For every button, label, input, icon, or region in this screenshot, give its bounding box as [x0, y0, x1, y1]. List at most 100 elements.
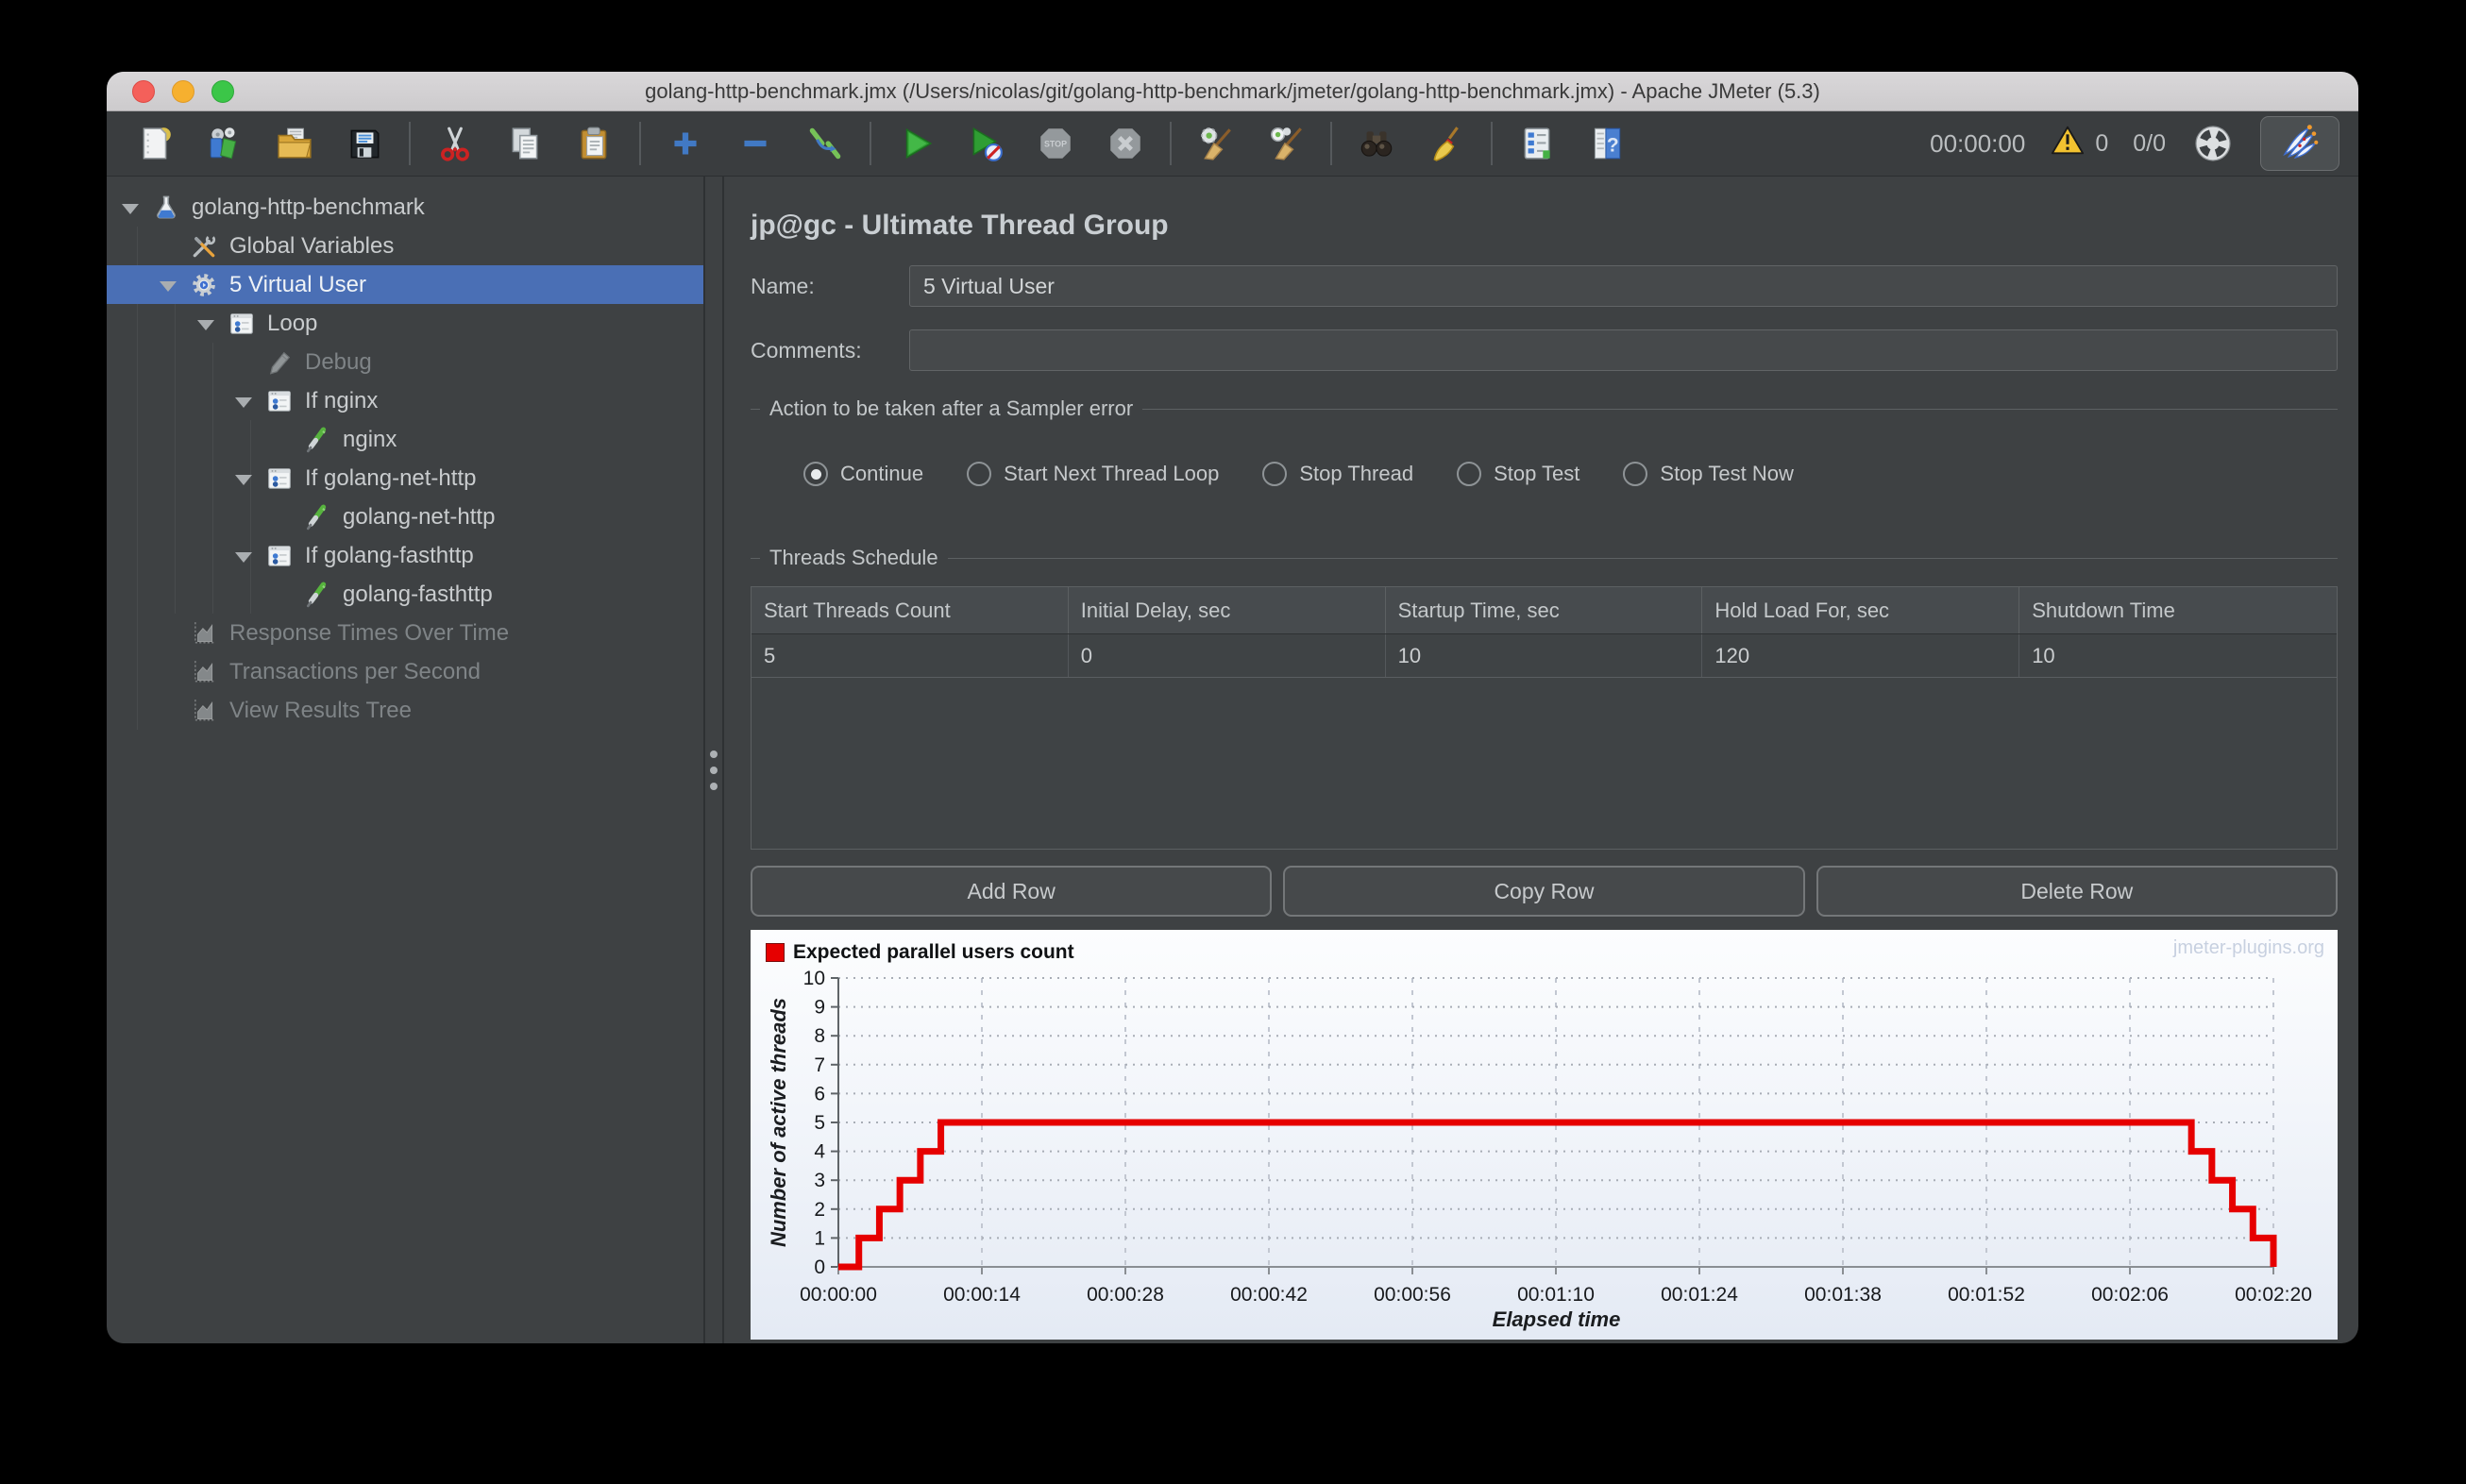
tree-item-golang-net-http[interactable]: golang-net-http [107, 497, 703, 536]
cell-startup-time-sec[interactable]: 10 [1386, 634, 1703, 677]
column-header-initial-delay-sec[interactable]: Initial Delay, sec [1069, 587, 1386, 633]
close-button[interactable] [132, 79, 155, 103]
cut-icon[interactable] [425, 118, 485, 169]
warning-count: 0 [2095, 129, 2109, 157]
remove-icon[interactable] [725, 118, 785, 169]
tree-item-if-nginx[interactable]: If nginx [107, 381, 703, 420]
expander-arrow-icon[interactable] [118, 201, 143, 214]
cell-shutdown-time[interactable]: 10 [2019, 634, 2337, 677]
toggle-icon[interactable] [795, 118, 855, 169]
setup-tools-icon [190, 233, 218, 260]
clear-icon[interactable] [1186, 118, 1246, 169]
svg-text:8: 8 [814, 1025, 825, 1047]
tree-item-label: golang-fasthttp [343, 581, 493, 607]
expander-arrow-icon[interactable] [231, 395, 256, 408]
clear-all-icon[interactable] [1256, 118, 1316, 169]
stop-icon[interactable]: STOP [1025, 118, 1086, 169]
tree-item-golang-fasthttp[interactable]: golang-fasthttp [107, 575, 703, 614]
search-reset-icon[interactable] [1416, 118, 1477, 169]
expander-arrow-icon[interactable] [231, 549, 256, 563]
tree-item-if-golang-net-http[interactable]: If golang-net-http [107, 459, 703, 497]
column-header-shutdown-time[interactable]: Shutdown Time [2019, 587, 2337, 633]
radio-stop-test-now[interactable]: Stop Test Now [1623, 462, 1794, 486]
listener-chart-icon [190, 659, 218, 685]
active-threads-count: 0/0 [2133, 129, 2166, 157]
tree-item-debug[interactable]: Debug [107, 343, 703, 381]
radio-continue[interactable]: Continue [803, 462, 923, 486]
svg-text:0: 0 [814, 1256, 825, 1278]
tree-item-label: golang-http-benchmark [192, 194, 425, 220]
cell-initial-delay-sec[interactable]: 0 [1069, 634, 1386, 677]
search-icon[interactable] [1346, 118, 1407, 169]
threads-schedule-fieldset-title: Threads Schedule [751, 545, 2338, 571]
svg-text:7: 7 [814, 1054, 825, 1076]
controller-icon [265, 465, 294, 492]
log-errors-indicator[interactable]: 0 [2050, 123, 2108, 165]
tree-item-golang-http-benchmark[interactable]: golang-http-benchmark [107, 188, 703, 227]
name-row: Name: [751, 265, 2338, 307]
chart-legend: Expected parallel users count [766, 941, 1074, 964]
tree-item-if-golang-fasthttp[interactable]: If golang-fasthttp [107, 536, 703, 575]
threads-preview-chart: Expected parallel users count jmeter-plu… [751, 930, 2338, 1340]
help-icon[interactable]: ? [1577, 118, 1637, 169]
tree-item-transactions-per-second[interactable]: Transactions per Second [107, 652, 703, 691]
cell-start-threads-count[interactable]: 5 [752, 634, 1069, 677]
tree-item-global-variables[interactable]: Global Variables [107, 227, 703, 265]
tree-item-5-virtual-user[interactable]: 5 Virtual User [107, 265, 703, 304]
radio-start-next-thread-loop[interactable]: Start Next Thread Loop [967, 462, 1219, 486]
zoom-button[interactable] [211, 79, 234, 103]
controller-icon [228, 311, 256, 337]
name-input[interactable] [909, 265, 2338, 307]
delete-row-button[interactable]: Delete Row [1816, 866, 2338, 917]
svg-text:3: 3 [814, 1170, 825, 1191]
open-file-icon[interactable] [264, 118, 325, 169]
svg-text:?: ? [1607, 134, 1619, 156]
new-file-icon[interactable] [125, 118, 185, 169]
listener-chart-icon [190, 620, 218, 647]
comments-input[interactable] [909, 329, 2338, 371]
minimize-button[interactable] [172, 79, 194, 103]
jmeter-logo-button[interactable] [2260, 116, 2339, 171]
toolbar-separator [1330, 122, 1332, 165]
comments-label: Comments: [751, 337, 862, 363]
save-icon[interactable] [334, 118, 395, 169]
test-plan-icon [152, 194, 180, 221]
templates-icon[interactable] [194, 118, 255, 169]
copy-row-button[interactable]: Copy Row [1283, 866, 1805, 917]
add-row-button[interactable]: Add Row [751, 866, 1273, 917]
splitter-handle[interactable] [703, 177, 724, 1343]
cell-hold-load-for-sec[interactable]: 120 [1702, 634, 2020, 677]
toolbar: STOP? 00:00:00 0 0/0 [107, 111, 2358, 177]
svg-text:00:00:28: 00:00:28 [1087, 1284, 1164, 1306]
column-header-startup-time-sec[interactable]: Startup Time, sec [1386, 587, 1703, 633]
shutdown-icon[interactable] [1095, 118, 1156, 169]
remote-threads-icon [2190, 121, 2236, 166]
sampler-error-fieldset-title: Action to be taken after a Sampler error [751, 396, 2338, 422]
function-helper-icon[interactable] [1507, 118, 1567, 169]
start-icon[interactable] [886, 118, 946, 169]
copy-icon[interactable] [495, 118, 555, 169]
chart-watermark: jmeter-plugins.org [2172, 937, 2324, 958]
tree-item-label: Debug [305, 348, 372, 375]
radio-label: Continue [840, 462, 924, 485]
column-header-hold-load-for-sec[interactable]: Hold Load For, sec [1702, 587, 2020, 633]
tree-item-view-results-tree[interactable]: View Results Tree [107, 691, 703, 730]
svg-text:00:02:06: 00:02:06 [2091, 1284, 2169, 1306]
radio-stop-test[interactable]: Stop Test [1457, 462, 1579, 486]
radio-selected-icon [803, 462, 828, 486]
tree-item-loop[interactable]: Loop [107, 304, 703, 343]
radio-stop-thread[interactable]: Stop Thread [1262, 462, 1413, 486]
start-no-timers-icon[interactable] [955, 118, 1016, 169]
legend-swatch [766, 943, 785, 962]
column-header-start-threads-count[interactable]: Start Threads Count [752, 587, 1069, 633]
tree-item-nginx[interactable]: nginx [107, 420, 703, 459]
svg-text:STOP: STOP [1044, 140, 1067, 149]
expander-arrow-icon[interactable] [194, 317, 218, 330]
paste-icon[interactable] [565, 118, 625, 169]
expander-arrow-icon[interactable] [231, 472, 256, 485]
name-label: Name: [751, 273, 815, 298]
expander-arrow-icon[interactable] [156, 278, 180, 292]
threads-schedule-table: Start Threads Count Initial Delay, sec Sta… [751, 586, 2338, 850]
add-icon[interactable] [655, 118, 716, 169]
tree-item-response-times-over-time[interactable]: Response Times Over Time [107, 614, 703, 652]
